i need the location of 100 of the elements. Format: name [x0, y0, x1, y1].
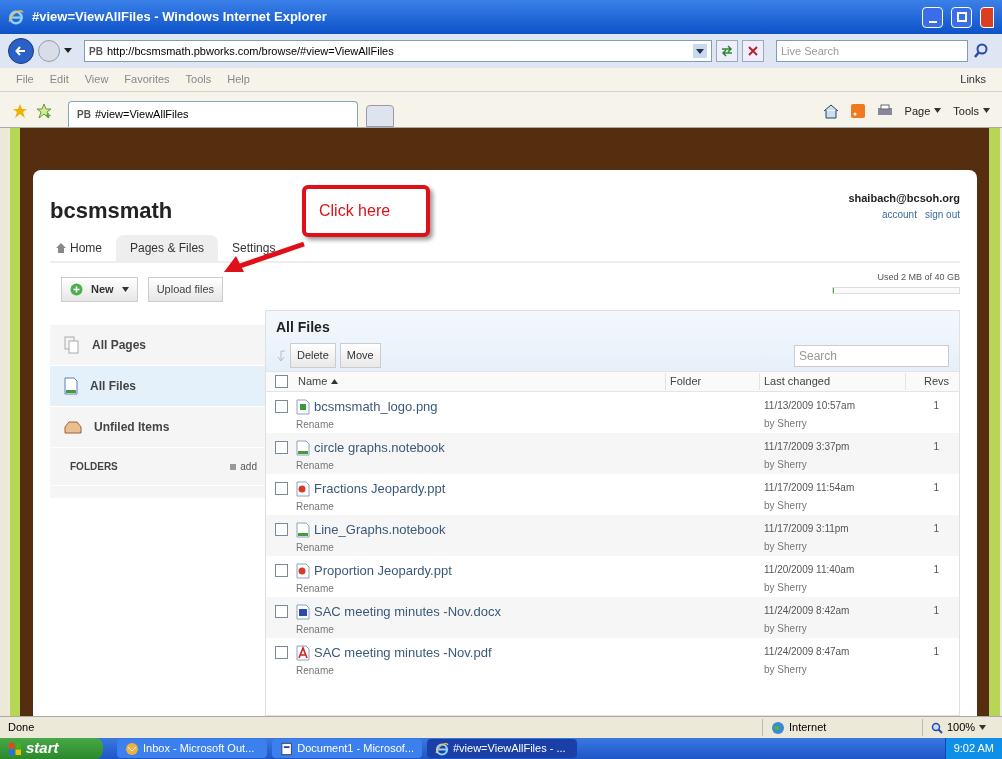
storage-usage-text: Used 2 MB of 40 GB [877, 271, 960, 284]
rename-link[interactable]: Rename [296, 539, 334, 555]
folders-heading: FOLDERS [70, 460, 118, 474]
search-field[interactable]: Search [794, 344, 949, 367]
search-field[interactable]: Live Search [776, 40, 968, 62]
file-name-link[interactable]: Fractions Jeopardy.ppt [314, 479, 446, 499]
browser-tab[interactable]: PB #view=ViewAllFiles [68, 101, 358, 127]
file-icon [296, 603, 310, 620]
close-button[interactable] [980, 6, 994, 28]
column-header[interactable]: Revs [906, 373, 959, 390]
rename-link[interactable]: Rename [296, 498, 334, 514]
page-menu-button[interactable]: Page [904, 102, 942, 119]
toolbar-button[interactable]: Move [339, 343, 381, 368]
caret-icon [979, 725, 987, 730]
file-name-link[interactable]: bcsmsmath_logo.png [314, 397, 438, 417]
file-name-link[interactable]: Line_Graphs.notebook [314, 520, 446, 540]
minimize-button[interactable] [922, 6, 943, 28]
row-checkbox[interactable] [274, 564, 288, 577]
back-button[interactable] [8, 38, 34, 64]
account-link[interactable]: account [881, 206, 917, 222]
last-changed-date: 11/17/2009 11:54am [764, 481, 855, 495]
last-changed-date: 11/17/2009 3:11pm [764, 522, 849, 536]
caret-icon [331, 379, 339, 384]
row-checkbox[interactable] [274, 646, 288, 659]
file-icon [296, 521, 310, 538]
star-icon[interactable] [12, 103, 28, 119]
account-link[interactable]: sign out [924, 206, 960, 222]
nav-tab[interactable]: Pages & Files [116, 235, 219, 261]
changed-by-text: by Sherry [764, 540, 807, 554]
taskbar-button[interactable]: Inbox - Microsoft Out... [117, 739, 267, 758]
file-icon [296, 439, 310, 456]
security-zone-text: Internet [789, 720, 827, 736]
revisions-count: 1 [933, 440, 939, 454]
nav-tab[interactable]: Settings [218, 235, 290, 261]
sidebar-item[interactable]: All Files [50, 366, 265, 407]
upload-files-button[interactable]: Upload files [147, 277, 224, 302]
caret-icon [983, 108, 990, 114]
window-title: #view=ViewAllFiles - Windows Internet Explorer [32, 8, 328, 27]
return-arrow-icon [276, 349, 286, 362]
row-checkbox[interactable] [274, 523, 288, 536]
file-icon [296, 562, 310, 579]
dropdown-caret-icon[interactable] [64, 48, 72, 54]
document-icon [64, 377, 78, 395]
revisions-count: 1 [933, 522, 939, 536]
rename-link[interactable]: Rename [296, 416, 334, 432]
row-checkbox[interactable] [274, 605, 288, 618]
site-icon: PB [89, 43, 103, 59]
nav-tab[interactable]: Home [50, 235, 116, 261]
home-icon[interactable] [822, 102, 839, 119]
file-name-link[interactable]: SAC meeting minutes -Nov.docx [314, 602, 501, 622]
sidebar-item[interactable]: Unfiled Items [50, 407, 265, 448]
changed-by-text: by Sherry [764, 499, 807, 513]
select-all-checkbox[interactable] [274, 375, 288, 388]
tab-title: #view=ViewAllFiles [94, 107, 189, 123]
column-header[interactable]: Last changed [760, 373, 906, 390]
new-button[interactable]: New [61, 277, 138, 302]
refresh-icon [721, 45, 733, 57]
column-header[interactable]: Name [298, 373, 328, 390]
dropdown-caret-icon[interactable] [693, 44, 707, 58]
printer-icon[interactable] [876, 103, 893, 118]
maximize-button[interactable] [951, 6, 972, 28]
row-checkbox[interactable] [274, 441, 288, 454]
rename-link[interactable]: Rename [296, 580, 334, 596]
file-name-link[interactable]: SAC meeting minutes -Nov.pdf [314, 643, 492, 663]
site-name: bcsmsmath [50, 197, 173, 225]
links-label[interactable]: Links [960, 71, 986, 88]
tools-menu-button[interactable]: Tools [953, 102, 990, 119]
address-field[interactable]: PB http://bcsmsmath.pbworks.com/browse/#view=ViewAllFiles [84, 40, 712, 62]
browser-icon [435, 741, 449, 756]
zoom-button[interactable]: 100% [922, 719, 994, 736]
search-icon[interactable] [972, 42, 990, 60]
back-arrow-icon [15, 45, 27, 57]
file-name-link[interactable]: circle graphs.notebook [314, 438, 445, 458]
feed-icon[interactable] [850, 103, 865, 118]
stop-button[interactable] [742, 40, 764, 62]
taskbar-button[interactable]: Document1 - Microsof... [272, 739, 422, 758]
sidebar-item[interactable]: All Pages [50, 325, 265, 366]
caret-icon [121, 287, 129, 292]
rename-link[interactable]: Rename [296, 621, 334, 637]
changed-by-text: by Sherry [764, 581, 807, 595]
changed-by-text: by Sherry [764, 417, 807, 431]
column-header[interactable]: Folder [666, 373, 760, 390]
new-tab-button[interactable] [366, 105, 394, 127]
rename-link[interactable]: Rename [296, 457, 334, 473]
revisions-count: 1 [933, 604, 939, 618]
add-favorite-icon[interactable] [36, 103, 52, 119]
start-button[interactable]: start [0, 738, 103, 759]
changed-by-text: by Sherry [764, 663, 807, 677]
refresh-button[interactable] [716, 40, 738, 62]
file-name-link[interactable]: Proportion Jeopardy.ppt [314, 561, 452, 581]
add-folder-link[interactable]: add [230, 459, 257, 474]
toolbar-button[interactable]: Delete [290, 343, 336, 368]
row-checkbox[interactable] [274, 482, 288, 495]
taskbar-button[interactable]: #view=ViewAllFiles - ... [427, 739, 577, 758]
status-text: Done [8, 720, 36, 736]
rename-link[interactable]: Rename [296, 662, 334, 678]
envelope-icon [125, 741, 139, 756]
user-email: shaibach@bcsoh.org [848, 191, 960, 206]
row-checkbox[interactable] [274, 400, 288, 413]
pages-icon [64, 336, 80, 354]
